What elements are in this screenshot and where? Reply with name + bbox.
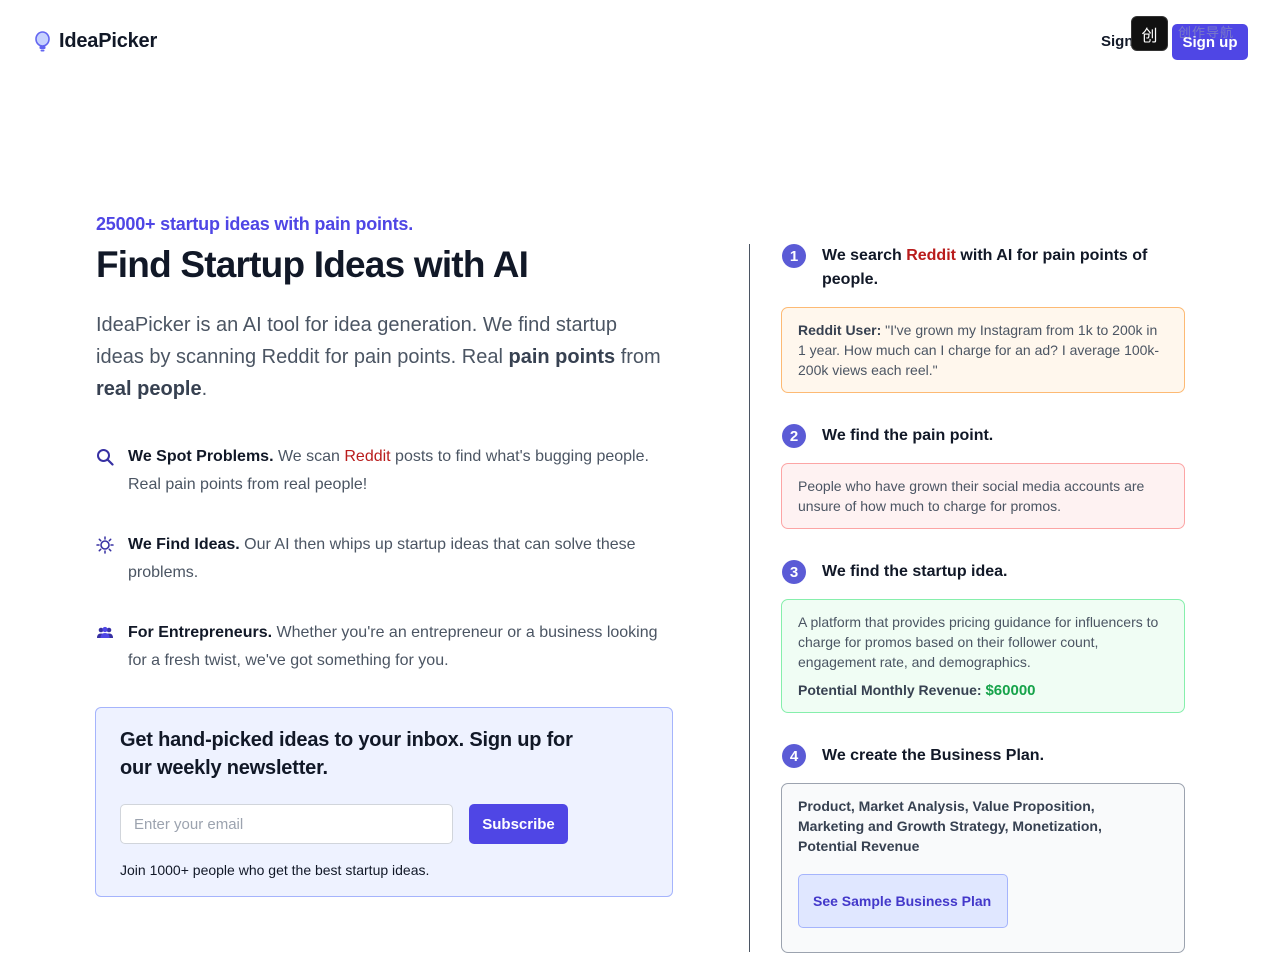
step-title: We search Reddit with AI for pain points…: [822, 244, 1182, 292]
startup-idea-text: A platform that provides pricing guidanc…: [798, 614, 1159, 670]
step-4-header: 4 We create the Business Plan.: [782, 744, 1182, 768]
hero-desc-bold-pain-points: pain points: [508, 346, 616, 369]
feature-entrepreneurs: For Entrepreneurs. Whether you're an ent…: [96, 619, 666, 675]
revenue-value: $60000: [985, 682, 1036, 699]
business-plan-card: Product, Market Analysis, Value Proposit…: [781, 783, 1185, 953]
step-2-header: 2 We find the pain point.: [782, 424, 1182, 448]
step-number-badge: 4: [782, 744, 806, 768]
hero-desc-text: from: [615, 346, 661, 369]
hero-description: IdeaPicker is an AI tool for idea genera…: [96, 309, 666, 405]
see-sample-plan-button[interactable]: See Sample Business Plan: [798, 874, 1008, 928]
step-number-badge: 3: [782, 560, 806, 584]
page-title: Find Startup Ideas with AI: [96, 244, 529, 285]
newsletter-box: Get hand-picked ideas to your inbox. Sig…: [95, 707, 673, 897]
step-number-badge: 2: [782, 424, 806, 448]
step-title: We find the pain point.: [822, 427, 994, 444]
email-input[interactable]: [120, 804, 453, 844]
users-icon: [97, 627, 113, 639]
newsletter-note: Join 1000+ people who get the best start…: [120, 862, 430, 878]
step-title: We find the startup idea.: [822, 563, 1008, 580]
app-badge-icon: 创: [1131, 16, 1168, 51]
search-icon: [97, 449, 114, 466]
hero-desc-text: .: [201, 378, 208, 401]
site-header: IdeaPicker Sign Sign up 创 创作导航: [0, 0, 1280, 84]
hero-desc-bold-real-people: real people: [96, 378, 202, 401]
business-plan-text: Product, Market Analysis, Value Proposit…: [798, 798, 1102, 854]
revenue-line: Potential Monthly Revenue: $60000: [798, 680, 1168, 701]
hero-section: 25000+ startup ideas with pain points. F…: [96, 214, 676, 707]
reddit-user-label: Reddit User:: [798, 322, 882, 338]
step-title-text: We search: [822, 247, 907, 264]
logo[interactable]: IdeaPicker: [34, 30, 157, 53]
lightbulb-logo-icon: [35, 30, 50, 51]
pain-point-card: People who have grown their social media…: [781, 463, 1185, 529]
newsletter-title: Get hand-picked ideas to your inbox. Sig…: [120, 729, 573, 779]
feature-spot-problems: We Spot Problems. We scan Reddit posts t…: [96, 443, 666, 499]
subscribe-button[interactable]: Subscribe: [469, 804, 568, 844]
column-divider: [749, 244, 750, 952]
lightbulb-icon: [96, 536, 114, 555]
feature-text: We scan: [273, 448, 345, 466]
step-number-badge: 1: [782, 244, 806, 268]
newsletter-form: Subscribe: [120, 804, 648, 844]
hero-eyebrow: 25000+ startup ideas with pain points.: [96, 214, 413, 234]
signin-link[interactable]: Sign: [1101, 33, 1134, 50]
startup-idea-card: A platform that provides pricing guidanc…: [781, 599, 1185, 713]
logo-text: IdeaPicker: [59, 30, 158, 52]
reddit-highlight: Reddit: [344, 448, 391, 466]
watermark-text: 创作导航: [1178, 25, 1235, 40]
revenue-label: Potential Monthly Revenue:: [798, 682, 982, 698]
feature-find-ideas: We Find Ideas. Our AI then whips up star…: [96, 531, 666, 587]
reddit-quote-card: Reddit User: "I've grown my Instagram fr…: [781, 307, 1185, 393]
feature-title: For Entrepreneurs.: [128, 624, 273, 642]
feature-title: We Find Ideas.: [128, 536, 240, 554]
step-1-header: 1 We search Reddit with AI for pain poin…: [782, 244, 1182, 292]
reddit-highlight: Reddit: [906, 247, 956, 264]
pain-point-text: People who have grown their social media…: [798, 478, 1145, 514]
feature-title: We Spot Problems.: [128, 448, 274, 466]
step-title: We create the Business Plan.: [822, 747, 1045, 764]
step-3-header: 3 We find the startup idea.: [782, 560, 1182, 584]
feature-list: We Spot Problems. We scan Reddit posts t…: [96, 443, 676, 675]
